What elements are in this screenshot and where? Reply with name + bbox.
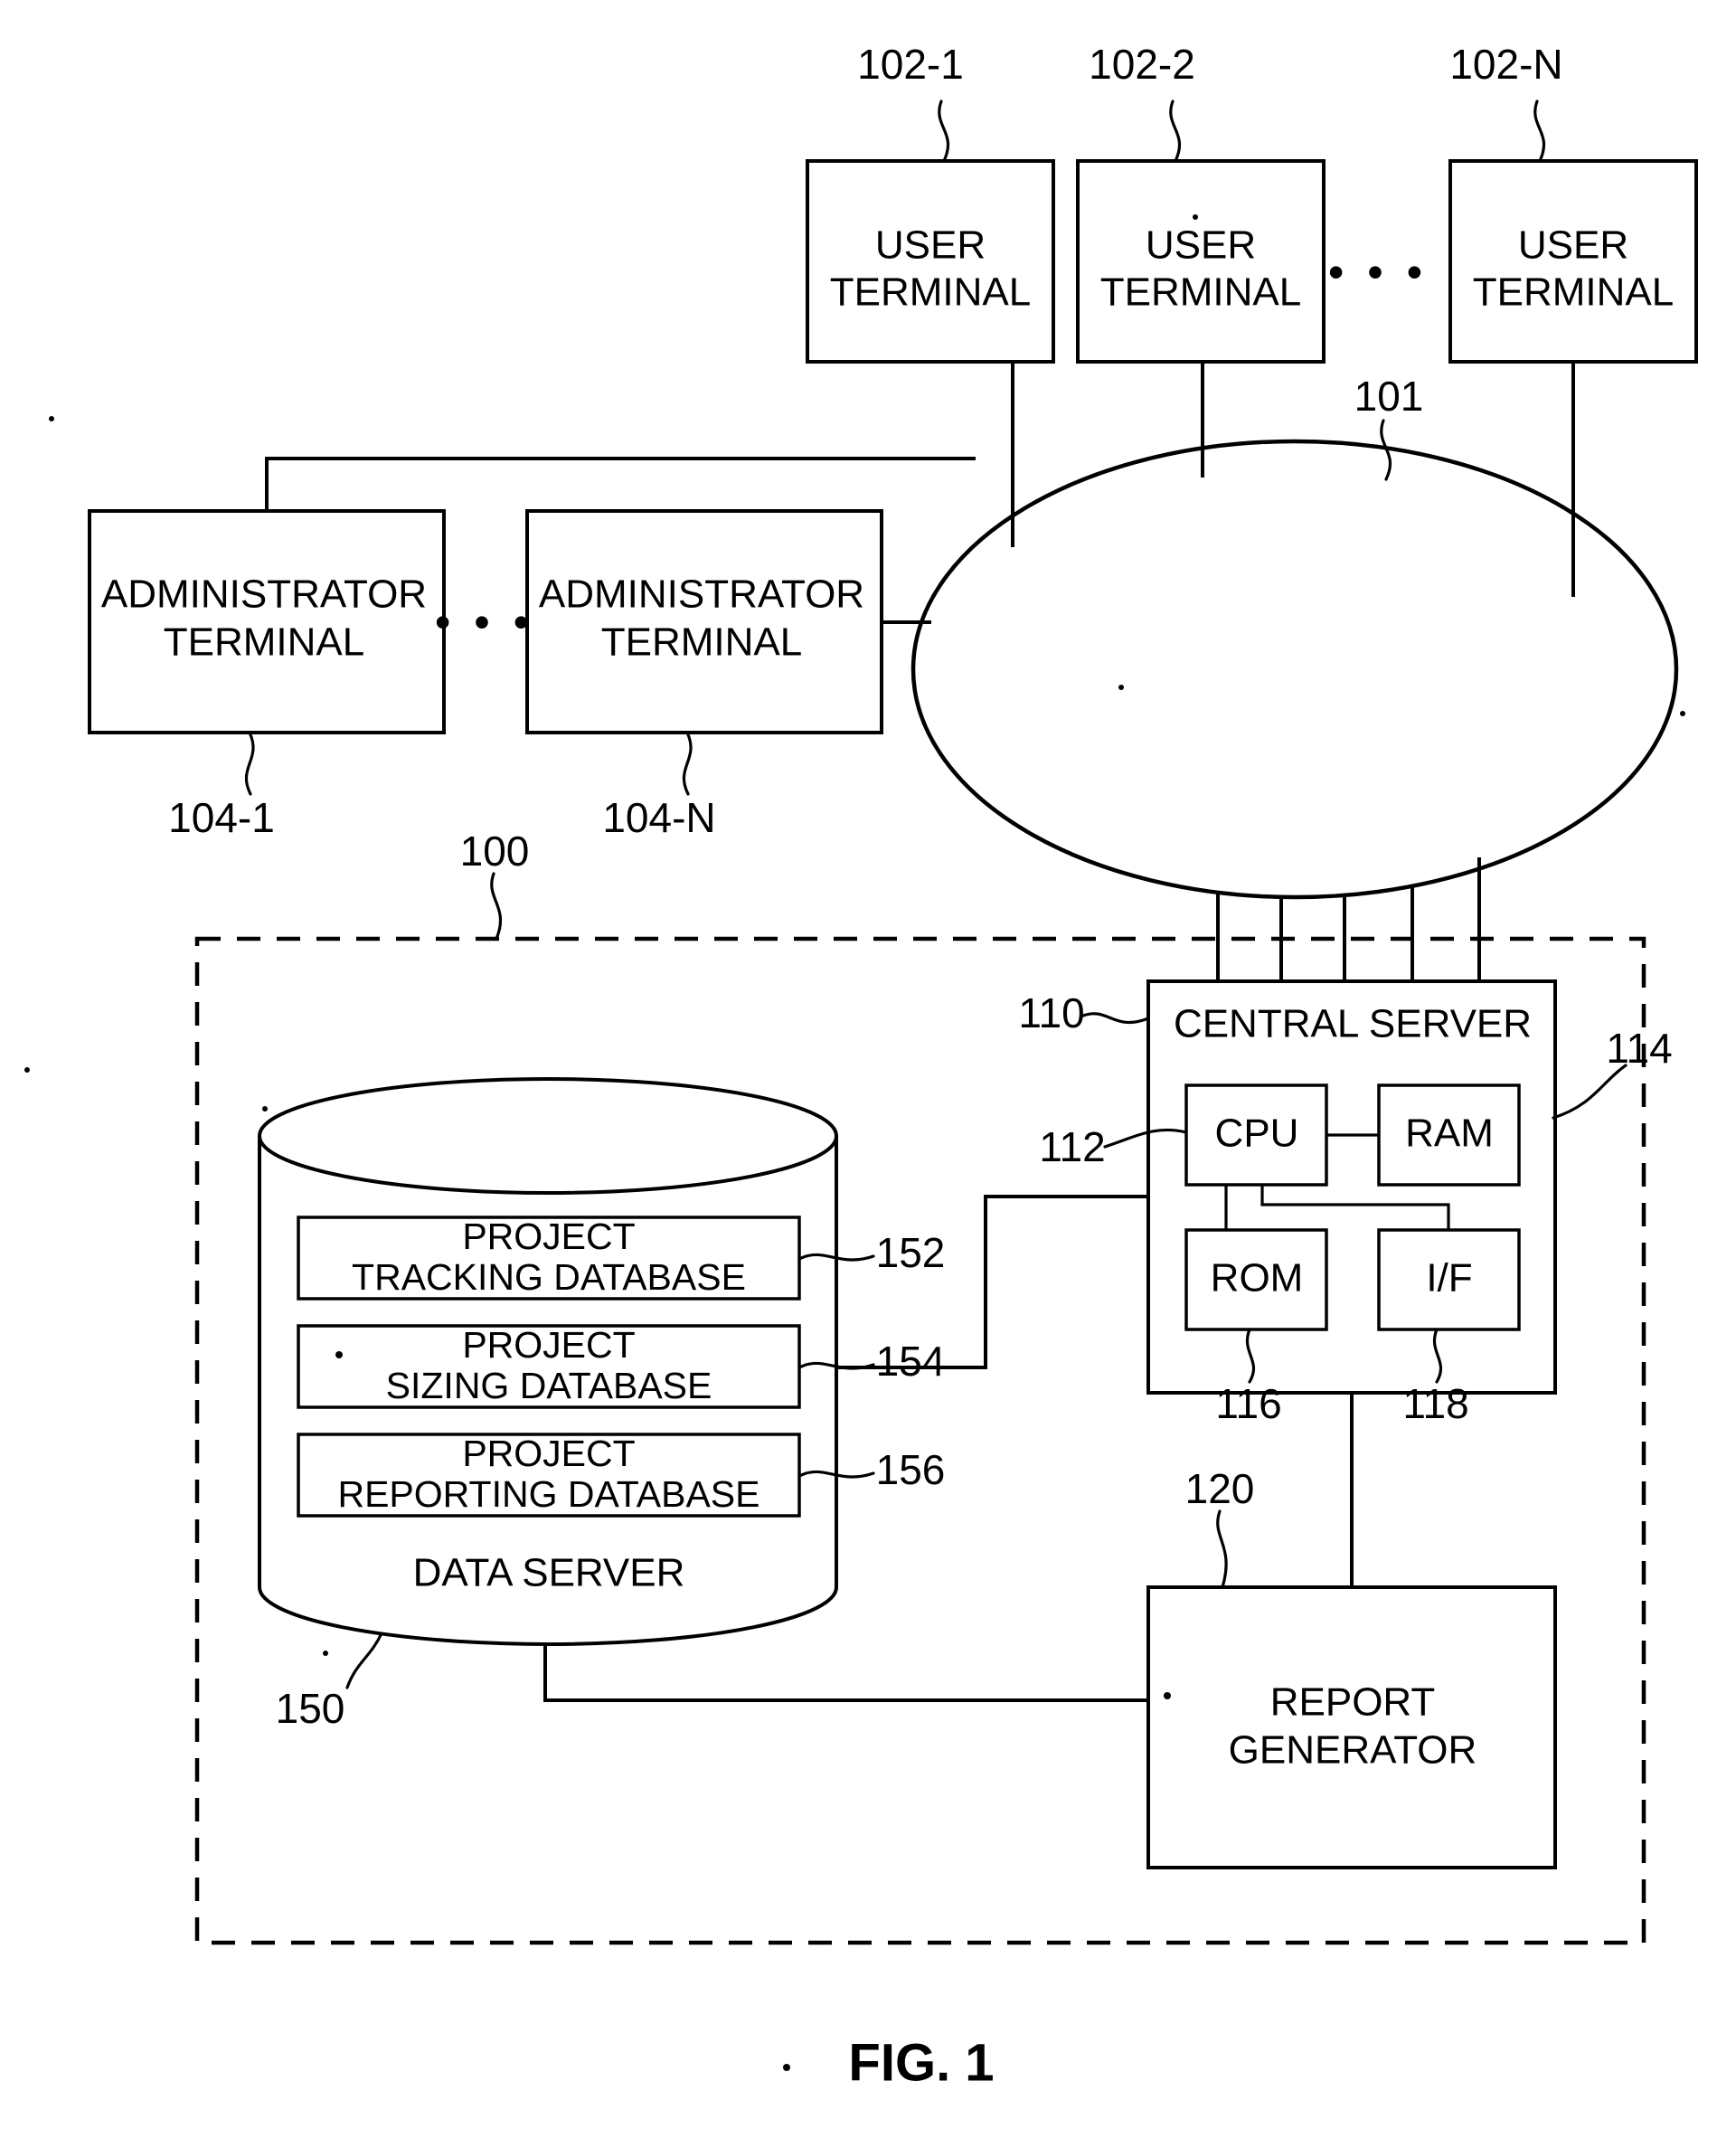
ref-154: 154 [876,1338,946,1385]
ref-102-1: 102-1 [857,41,964,88]
administrator-terminal-label-2-line2: TERMINAL [601,620,802,665]
project-sizing-database-label-line1: PROJECT [462,1324,635,1366]
ref-116: 116 [1215,1380,1281,1427]
leader-114 [1552,1064,1628,1120]
scan-speck [1680,711,1685,716]
user-terminal-label-3-line2: TERMINAL [1473,270,1674,315]
scan-speck [24,1067,30,1073]
scan-speck [1164,1692,1171,1699]
leader-150 [345,1632,383,1689]
ref-150: 150 [276,1685,345,1732]
project-reporting-database-label-line2: REPORTING DATABASE [337,1473,760,1515]
rom-label: ROM [1211,1256,1304,1301]
leader-120 [1216,1509,1228,1589]
ref-100: 100 [460,828,530,875]
project-tracking-database-label-line2: TRACKING DATABASE [352,1256,746,1298]
leader-102-2 [1169,99,1182,163]
connector-data-server-to-report-generator [543,1642,1148,1702]
network-cloud-ellipse [910,439,1679,900]
data-server-cylinder-top [258,1077,838,1195]
administrator-terminal-ellipsis: • • • [435,597,534,648]
diagram-canvas: USER TERMINAL USER TERMINAL USER TERMINA… [24,41,1698,2092]
scan-speck [262,1106,268,1112]
user-terminal-ellipsis: • • • [1328,247,1428,298]
user-terminal-label-1-line1: USER [875,223,986,268]
leader-110 [1081,1012,1150,1025]
leader-104-1 [244,731,255,796]
ref-118: 118 [1402,1380,1468,1427]
user-terminal-label-2-line1: USER [1146,223,1256,268]
scan-speck [49,416,54,421]
if-label: I/F [1426,1256,1472,1301]
project-reporting-database-label-line1: PROJECT [462,1433,635,1474]
project-sizing-database-label-line2: SIZING DATABASE [386,1365,712,1406]
ref-101: 101 [1354,373,1424,420]
scan-speck [1118,685,1124,690]
administrator-terminal-label-1-line1: ADMINISTRATOR [101,572,427,617]
ref-156: 156 [876,1446,946,1493]
data-server-label: DATA SERVER [413,1551,685,1595]
administrator-terminal-label-1-line2: TERMINAL [164,620,364,665]
leader-100 [490,872,503,941]
figure-caption: FIG. 1 [848,2033,994,2092]
scan-speck [323,1651,328,1656]
leader-102-N [1533,99,1546,163]
central-server-title: CENTRAL SERVER [1174,1002,1532,1046]
ref-114: 114 [1606,1025,1672,1072]
administrator-terminal-label-2-line1: ADMINISTRATOR [539,572,864,617]
cpu-label: CPU [1215,1112,1299,1156]
user-terminal-label-3-line1: USER [1518,223,1628,268]
ram-label: RAM [1405,1112,1494,1156]
ref-102-N: 102-N [1449,41,1562,88]
patent-figure-1: USER TERMINAL USER TERMINAL USER TERMINA… [0,0,1736,2138]
ref-104-N: 104-N [602,794,715,841]
project-tracking-database-label-line1: PROJECT [462,1216,635,1257]
ref-104-1: 104-1 [168,794,275,841]
ref-112: 112 [1039,1123,1105,1170]
ref-120: 120 [1185,1465,1255,1512]
report-generator-label-line1: REPORT [1270,1680,1436,1725]
leader-104-N [682,731,693,796]
ref-102-2: 102-2 [1089,41,1195,88]
scan-speck [783,2064,790,2071]
ref-152: 152 [876,1229,946,1276]
report-generator-label-line2: GENERATOR [1229,1728,1477,1773]
scan-speck [335,1351,343,1358]
connector-administrator-terminal-1 [265,457,976,511]
user-terminal-label-2-line2: TERMINAL [1100,270,1301,315]
ref-110: 110 [1018,989,1084,1036]
scan-speck [1193,214,1198,220]
user-terminal-label-1-line2: TERMINAL [830,270,1031,315]
leader-102-1 [938,99,950,163]
